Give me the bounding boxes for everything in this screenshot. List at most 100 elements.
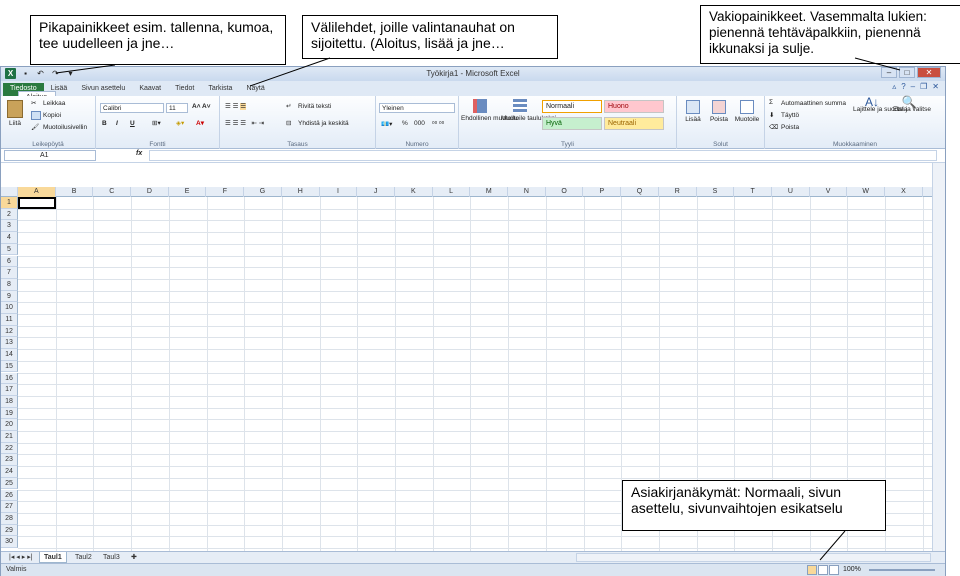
sheet-tab-2[interactable]: Taul2 — [71, 552, 96, 563]
tab-review[interactable]: Tarkista — [201, 83, 239, 96]
style-bad[interactable]: Huono — [604, 100, 664, 113]
font-size-select[interactable]: 11 — [166, 103, 188, 113]
restore-button[interactable]: □ — [899, 67, 915, 78]
customize-qat-icon[interactable]: ▾ — [65, 68, 76, 79]
column-header[interactable]: H — [282, 187, 320, 197]
bold-button[interactable]: B — [102, 120, 107, 127]
find-select-button[interactable]: 🔍 Etsi ja valitse — [893, 96, 931, 113]
percent-button[interactable]: % — [402, 120, 408, 127]
row-header[interactable]: 10 — [1, 302, 18, 314]
underline-button[interactable]: U — [130, 120, 135, 127]
merge-center-button[interactable]: ⊟ Yhdistä ja keskitä — [286, 119, 349, 128]
column-header[interactable]: A — [18, 187, 56, 197]
column-header[interactable]: E — [169, 187, 207, 197]
row-header[interactable]: 15 — [1, 360, 18, 373]
sheet-tab-3[interactable]: Taul3 — [99, 552, 124, 563]
column-header[interactable]: M — [470, 187, 509, 197]
column-header[interactable]: V — [810, 187, 848, 197]
column-header[interactable]: J — [357, 187, 395, 197]
format-table-button[interactable]: Muotoile taulukoksi — [501, 99, 556, 122]
row-header[interactable]: 2 — [1, 208, 18, 221]
row-header[interactable]: 25 — [1, 477, 18, 490]
style-normal[interactable]: Normaali — [542, 100, 602, 113]
tab-data[interactable]: Tiedot — [168, 83, 201, 96]
currency-icon[interactable]: 💶▾ — [381, 120, 392, 128]
thousands-button[interactable]: 000 — [414, 120, 425, 127]
row-header[interactable]: 14 — [1, 349, 18, 361]
row-header[interactable]: 28 — [1, 512, 18, 525]
row-header[interactable]: 4 — [1, 232, 18, 244]
align-top-icon[interactable]: ☰ ☰ ☰ — [225, 102, 247, 110]
row-header[interactable]: 13 — [1, 337, 18, 350]
active-cell[interactable] — [18, 197, 56, 209]
clear-button[interactable]: ⌫ Poista — [769, 123, 799, 132]
font-name-select[interactable]: Calibri — [100, 103, 164, 113]
column-header[interactable]: D — [131, 187, 169, 197]
name-box[interactable]: A1 — [4, 150, 96, 161]
column-header[interactable]: U — [772, 187, 810, 197]
delete-cells-button[interactable]: Poista — [707, 100, 731, 123]
row-header[interactable]: 22 — [1, 442, 18, 455]
horizontal-scrollbar[interactable] — [576, 553, 931, 562]
column-header[interactable]: B — [56, 187, 94, 197]
row-header[interactable]: 29 — [1, 524, 18, 537]
column-header[interactable]: Q — [621, 187, 659, 197]
row-header[interactable]: 12 — [1, 325, 18, 338]
row-header[interactable]: 24 — [1, 466, 18, 478]
borders-icon[interactable]: ⊞▾ — [152, 119, 161, 127]
format-painter-button[interactable]: 🖌 Muotoilusivellin — [31, 123, 87, 132]
column-header[interactable]: I — [320, 187, 358, 197]
number-format-select[interactable]: Yleinen — [379, 103, 455, 113]
minimize-button[interactable]: – — [881, 67, 897, 78]
redo-icon[interactable]: ↷ — [50, 68, 61, 79]
formula-input[interactable] — [149, 150, 937, 161]
close-button[interactable]: ✕ — [917, 67, 941, 78]
autosum-button[interactable]: Σ Automaattinen summa — [769, 99, 846, 108]
sheet-nav-icon[interactable]: |◂ ◂ ▸ ▸| — [5, 552, 37, 563]
new-sheet-icon[interactable]: ✚ — [127, 552, 141, 563]
style-neutral[interactable]: Neutraali — [604, 117, 664, 130]
copy-button[interactable]: Kopioi — [31, 111, 61, 120]
select-all-corner[interactable] — [1, 187, 18, 197]
insert-function-icon[interactable]: fx — [136, 150, 142, 157]
row-header[interactable]: 17 — [1, 384, 18, 396]
wrap-text-button[interactable]: ↵ Rivitä teksti — [286, 102, 331, 111]
column-header[interactable]: F — [207, 187, 245, 197]
row-header[interactable]: 19 — [1, 407, 18, 420]
tab-view[interactable]: Näytä — [239, 83, 271, 96]
row-header[interactable]: 30 — [1, 536, 18, 548]
column-header[interactable]: K — [395, 187, 433, 197]
sort-filter-button[interactable]: A↓ Lajittele ja suodata — [853, 96, 907, 113]
vertical-scrollbar[interactable] — [932, 163, 945, 561]
row-header[interactable]: 5 — [1, 243, 18, 256]
save-icon[interactable]: ▪ — [20, 68, 31, 79]
fill-button[interactable]: ⬇ Täyttö — [769, 111, 799, 120]
column-header[interactable]: T — [734, 187, 772, 197]
insert-cells-button[interactable]: Lisää — [681, 100, 705, 123]
page-layout-view-button[interactable] — [818, 565, 828, 575]
normal-view-button[interactable] — [807, 565, 817, 575]
row-header[interactable]: 27 — [1, 501, 18, 513]
row-header[interactable]: 3 — [1, 220, 18, 233]
column-header[interactable]: L — [433, 187, 471, 197]
conditional-formatting-button[interactable]: Ehdollinen muotoilu — [461, 99, 518, 122]
column-header[interactable]: P — [584, 187, 622, 197]
column-header[interactable]: W — [847, 187, 886, 197]
column-header[interactable]: N — [508, 187, 546, 197]
font-color-icon[interactable]: A▾ — [196, 119, 204, 127]
row-header[interactable]: 16 — [1, 372, 18, 385]
undo-icon[interactable]: ↶ — [35, 68, 46, 79]
page-break-preview-button[interactable] — [829, 565, 839, 575]
row-header[interactable]: 21 — [1, 431, 18, 443]
sheet-tab-1[interactable]: Taul1 — [39, 552, 67, 563]
grow-font-icon[interactable]: A˄ A˅ — [192, 103, 211, 110]
row-header[interactable]: 11 — [1, 314, 18, 326]
row-header[interactable]: 23 — [1, 454, 18, 467]
column-header[interactable]: O — [546, 187, 584, 197]
row-header[interactable]: 1 — [1, 197, 18, 209]
row-header[interactable]: 8 — [1, 278, 18, 291]
row-header[interactable]: 7 — [1, 267, 18, 279]
row-header[interactable]: 20 — [1, 419, 18, 431]
tab-formulas[interactable]: Kaavat — [132, 83, 168, 96]
doc-restore-icon[interactable]: ❐ — [920, 82, 927, 91]
